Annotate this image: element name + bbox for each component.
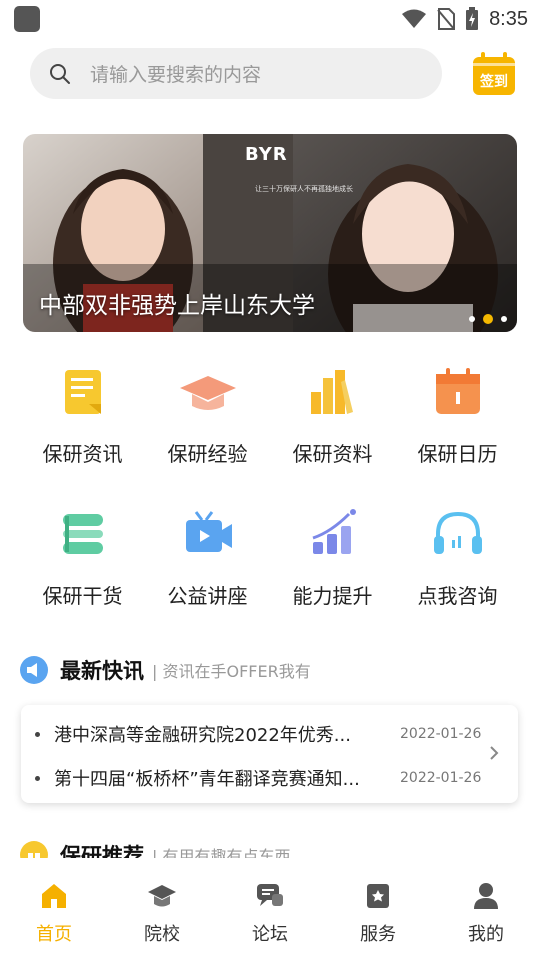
grid-label: 保研干货 — [42, 584, 123, 608]
news-item-title: 第十四届“板桥杯”青年翻译竞赛通知... — [54, 769, 360, 790]
status-icons: 8:35 — [401, 6, 528, 32]
service-icon — [367, 884, 389, 908]
banner-title: 中部双非强势上岸山东大学 — [39, 293, 315, 319]
bullet — [35, 775, 40, 781]
chevron-right-icon[interactable] — [488, 743, 500, 763]
search-icon — [50, 63, 70, 84]
headset-icon — [433, 511, 482, 554]
news-item-date: 2022-01-26 — [400, 770, 482, 786]
carousel-indicator — [469, 314, 507, 324]
bullet — [35, 731, 40, 737]
grid-label: 公益讲座 — [167, 584, 248, 608]
nav-item-forum[interactable]: 论坛 — [216, 858, 324, 960]
grid-label: 点我咨询 — [417, 584, 498, 608]
news-item[interactable]: 第十四届“板桥杯”青年翻译竞赛通知... 2022-01-26 — [21, 763, 491, 793]
school-icon — [148, 885, 176, 907]
status-bar: 8:35 — [0, 0, 540, 38]
news-item[interactable]: 港中深高等金融研究院2022年优秀... 2022-01-26 — [21, 719, 491, 749]
books-icon — [310, 370, 353, 414]
wifi-icon — [402, 9, 427, 28]
home-icon — [42, 884, 66, 908]
news-section-title: 最新快讯 — [60, 659, 144, 683]
grid-item-dry-goods[interactable]: 保研干货 — [20, 502, 145, 609]
grid-item-lecture[interactable]: 公益讲座 — [145, 502, 270, 609]
grid-item-experience[interactable]: 保研经验 — [145, 360, 270, 467]
nav-item-school[interactable]: 院校 — [108, 858, 216, 960]
dry-goods-icon — [62, 514, 103, 554]
grid-item-calendar[interactable]: 保研日历 — [395, 360, 520, 467]
forum-icon — [257, 884, 283, 906]
growth-chart-icon — [312, 509, 356, 554]
banner-carousel[interactable]: BYR 让三十万保研人不再孤独地成长 中部双非强势上岸山东大学 — [23, 134, 517, 332]
grid-item-materials[interactable]: 保研资料 — [270, 360, 395, 467]
news-card[interactable]: 港中深高等金融研究院2022年优秀... 2022-01-26 第十四届“板桥杯… — [21, 705, 518, 803]
no-sim-icon — [437, 8, 456, 30]
news-section-subtitle: | 资讯在手OFFER我有 — [152, 662, 311, 681]
grid-label: 保研日历 — [417, 442, 498, 466]
calendar-icon — [435, 368, 480, 414]
video-lecture-icon — [185, 511, 232, 552]
grid-label: 能力提升 — [292, 584, 373, 608]
carousel-dot-active — [483, 314, 493, 324]
grid-item-news[interactable]: 保研资讯 — [20, 360, 145, 467]
nav-label: 服务 — [360, 924, 396, 945]
byr-logo: BYR — [245, 144, 288, 165]
nav-label: 院校 — [144, 924, 180, 945]
checkin-button[interactable]: 签到 — [471, 51, 517, 97]
search-input[interactable]: 请输入要搜索的内容 — [30, 48, 442, 99]
app-notification-icon — [14, 6, 40, 32]
grid-item-improve[interactable]: 能力提升 — [270, 502, 395, 609]
banner-tagline: 让三十万保研人不再孤独地成长 — [255, 185, 353, 193]
nav-item-profile[interactable]: 我的 — [432, 858, 540, 960]
profile-icon — [474, 883, 498, 909]
nav-item-service[interactable]: 服务 — [324, 858, 432, 960]
news-section-header: 最新快讯 | 资讯在手OFFER我有 — [20, 653, 311, 687]
search-placeholder: 请输入要搜索的内容 — [90, 64, 262, 86]
nav-label: 首页 — [36, 924, 72, 945]
megaphone-icon — [20, 656, 48, 684]
status-time: 8:35 — [489, 7, 528, 30]
carousel-dot — [501, 316, 507, 322]
checkin-label: 签到 — [479, 73, 508, 90]
carousel-dot — [469, 316, 475, 322]
news-item-date: 2022-01-26 — [400, 726, 482, 742]
grid-label: 保研资讯 — [42, 442, 123, 466]
news-item-title: 港中深高等金融研究院2022年优秀... — [54, 725, 351, 746]
checkin-calendar-icon: 签到 — [473, 52, 515, 95]
nav-label: 我的 — [468, 924, 504, 945]
grid-label: 保研资料 — [292, 442, 373, 466]
grid-label: 保研经验 — [167, 442, 248, 466]
nav-item-home[interactable]: 首页 — [0, 858, 108, 960]
nav-label: 论坛 — [252, 924, 288, 945]
bottom-nav: 首页 院校 论坛 服务 我的 — [0, 858, 540, 960]
grid-item-consult[interactable]: 点我咨询 — [395, 502, 520, 609]
graduation-cap-icon — [179, 376, 236, 410]
battery-charging-icon — [466, 7, 479, 30]
news-doc-icon — [64, 370, 101, 414]
